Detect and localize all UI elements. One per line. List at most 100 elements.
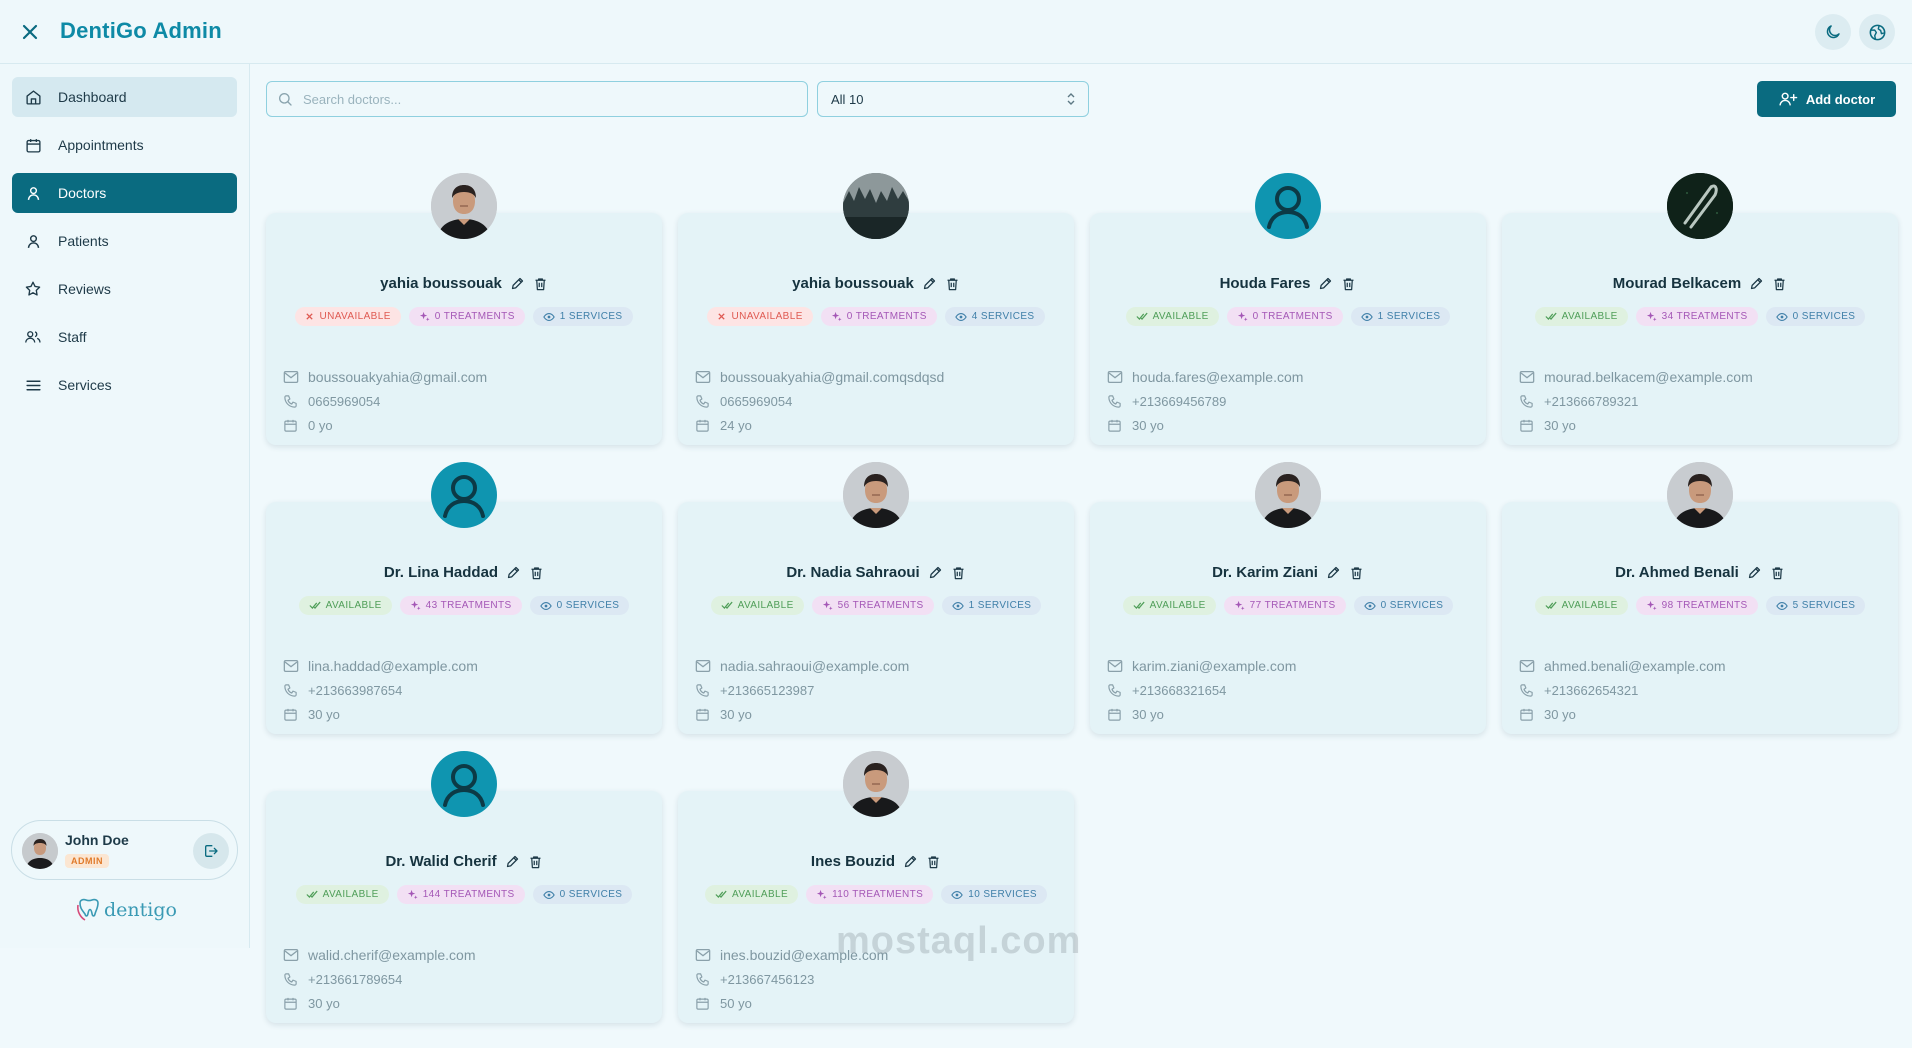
treatments-badge: 110 TREATMENTS	[806, 885, 934, 904]
check-icon	[309, 601, 321, 610]
status-badge: AVAILABLE	[705, 885, 799, 904]
delete-button[interactable]	[1349, 565, 1364, 581]
chevron-updown-icon	[1067, 93, 1075, 105]
doctor-name: Dr. Karim Ziani	[1212, 564, 1318, 581]
calendar-icon	[695, 707, 711, 722]
doctor-phone: 0665969054	[720, 394, 793, 409]
age-row: 30 yo	[1519, 418, 1576, 433]
calendar-icon	[695, 996, 711, 1011]
mail-icon	[1519, 659, 1535, 673]
edit-button[interactable]	[1326, 565, 1341, 580]
logout-icon	[205, 845, 218, 857]
delete-button[interactable]	[1770, 565, 1785, 581]
edit-button[interactable]	[505, 854, 520, 869]
doctor-card[interactable]: Houda Fares AVAILABLE 0 TREATMENTS 1 SERVIC…	[1090, 213, 1486, 445]
edit-button[interactable]	[1318, 276, 1333, 291]
doctor-card[interactable]: Ines Bouzid AVAILABLE 110 TREATMENTS 10 SER…	[678, 791, 1074, 1023]
phone-icon	[695, 394, 711, 409]
language-button[interactable]	[1859, 14, 1895, 50]
sparkle-icon	[1646, 311, 1657, 322]
services-count: 5 SERVICES	[1792, 600, 1856, 611]
sidebar-item-label: Dashboard	[58, 89, 127, 105]
phone-icon	[283, 683, 299, 698]
calendar-icon	[283, 707, 299, 722]
delete-button[interactable]	[533, 276, 548, 292]
edit-button[interactable]	[506, 565, 521, 580]
sidebar-item-dashboard[interactable]: Dashboard	[12, 77, 237, 117]
services-badge: 0 SERVICES	[1765, 307, 1866, 326]
pencil-icon	[505, 854, 520, 869]
email-row: nadia.sahraoui@example.com	[695, 658, 909, 674]
add-doctor-button[interactable]: Add doctor	[1757, 81, 1896, 117]
doctor-card[interactable]: Dr. Lina Haddad AVAILABLE 43 TREATMENTS 0 S…	[266, 502, 662, 734]
check-icon	[1545, 312, 1557, 321]
doctor-filter-select[interactable]: All 10	[817, 81, 1089, 117]
edit-button[interactable]	[903, 854, 918, 869]
delete-button[interactable]	[1341, 276, 1356, 292]
sidebar-item-services[interactable]: Services	[12, 365, 237, 405]
doctor-card[interactable]: Dr. Walid Cherif AVAILABLE 144 TREATMENTS 0…	[266, 791, 662, 1023]
close-sidebar-button[interactable]	[16, 18, 44, 46]
email-row: lina.haddad@example.com	[283, 658, 478, 674]
top-header: DentiGo Admin	[0, 0, 1912, 64]
logout-button[interactable]	[193, 833, 229, 869]
check-icon	[1545, 601, 1557, 610]
sidebar-item-appointments[interactable]: Appointments	[12, 125, 237, 165]
doctor-card[interactable]: yahia boussouak UNAVAILABLE 0 TREATMENTS 4 …	[678, 213, 1074, 445]
doctor-age: 50 yo	[720, 996, 752, 1011]
sidebar-item-patients[interactable]: Patients	[12, 221, 237, 261]
edit-button[interactable]	[1749, 276, 1764, 291]
sidebar: Dashboard Appointments Doctors Patients …	[0, 64, 250, 948]
avatar	[22, 833, 58, 869]
doctor-card[interactable]: Dr. Karim Ziani AVAILABLE 77 TREATMENTS 0 S…	[1090, 502, 1486, 734]
doctor-card[interactable]: Dr. Ahmed Benali AVAILABLE 98 TREATMENTS 5 …	[1502, 502, 1898, 734]
doctor-age: 30 yo	[308, 996, 340, 1011]
email-row: boussouakyahia@gmail.com	[283, 369, 487, 385]
status-text: AVAILABLE	[322, 889, 379, 900]
status-badge: AVAILABLE	[1534, 307, 1628, 326]
trash-icon	[533, 276, 548, 292]
delete-button[interactable]	[529, 565, 544, 581]
doctor-card[interactable]: Mourad Belkacem AVAILABLE 34 TREATMENTS 0 S…	[1502, 213, 1898, 445]
services-badge: 0 SERVICES	[529, 596, 630, 615]
status-text: AVAILABLE	[1561, 311, 1618, 322]
doctor-name: Dr. Ahmed Benali	[1615, 564, 1739, 581]
doctor-card[interactable]: Dr. Nadia Sahraoui AVAILABLE 56 TREATMENTS…	[678, 502, 1074, 734]
search-input[interactable]	[303, 91, 783, 107]
doctor-phone: 0665969054	[308, 394, 381, 409]
sidebar-item-staff[interactable]: Staff	[12, 317, 237, 357]
doctor-email: boussouakyahia@gmail.comqsdqsd	[720, 369, 945, 385]
delete-button[interactable]	[926, 854, 941, 870]
age-row: 0 yo	[283, 418, 333, 433]
edit-button[interactable]	[1747, 565, 1762, 580]
theme-toggle-button[interactable]	[1815, 14, 1851, 50]
pencil-icon	[928, 565, 943, 580]
doctor-phone: +213666789321	[1544, 394, 1639, 409]
globe-icon	[1869, 24, 1885, 40]
delete-button[interactable]	[951, 565, 966, 581]
services-count: 1 SERVICES	[1377, 311, 1441, 322]
status-text: AVAILABLE	[325, 600, 382, 611]
phone-icon	[283, 394, 299, 409]
doctor-card[interactable]: yahia boussouak UNAVAILABLE 0 TREATMENTS 1 …	[266, 213, 662, 445]
edit-button[interactable]	[928, 565, 943, 580]
eye-icon	[1363, 601, 1376, 611]
add-doctor-label: Add doctor	[1805, 91, 1876, 107]
delete-button[interactable]	[945, 276, 960, 292]
doctor-phone: +213661789654	[308, 972, 403, 987]
services-count: 0 SERVICES	[556, 600, 620, 611]
sidebar-item-label: Patients	[58, 233, 109, 249]
edit-button[interactable]	[510, 276, 525, 291]
doctor-name: Dr. Nadia Sahraoui	[786, 564, 920, 581]
status-badge: UNAVAILABLE	[707, 307, 813, 326]
user-icon	[24, 232, 42, 250]
sidebar-item-reviews[interactable]: Reviews	[12, 269, 237, 309]
sidebar-item-doctors[interactable]: Doctors	[12, 173, 237, 213]
eye-icon	[542, 890, 555, 900]
delete-button[interactable]	[528, 854, 543, 870]
doctor-email: ahmed.benali@example.com	[1544, 658, 1726, 674]
search-input-wrapper[interactable]	[266, 81, 808, 117]
doctor-email: karim.ziani@example.com	[1132, 658, 1297, 674]
edit-button[interactable]	[922, 276, 937, 291]
delete-button[interactable]	[1772, 276, 1787, 292]
